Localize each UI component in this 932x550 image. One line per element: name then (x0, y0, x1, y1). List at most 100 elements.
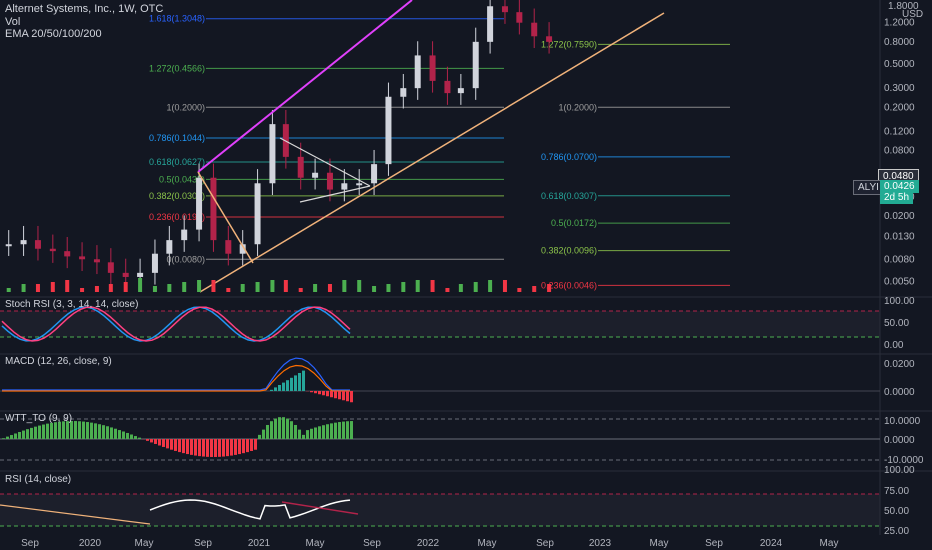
indicators-layer (0, 306, 880, 527)
time-tick-label: Sep (363, 538, 381, 549)
price-tick-label: 0.0080 (884, 254, 915, 265)
wtt-bar (158, 439, 161, 446)
wtt-bar (150, 439, 153, 443)
candle-body (93, 259, 100, 263)
candle-body (210, 177, 217, 241)
price-tick-label: 0.0050 (884, 276, 915, 287)
price-tick-label: 0.2000 (884, 102, 915, 113)
wtt-bar (154, 439, 157, 444)
countdown-badge: 2d 5h (880, 191, 914, 204)
macd-histogram-bar (274, 387, 277, 391)
upper-channel-line[interactable] (197, 0, 413, 173)
wtt-bar (238, 439, 241, 455)
wtt-bar (46, 423, 49, 439)
time-tick-label: May (306, 538, 325, 549)
rsi-label: RSI (14, close) (5, 474, 72, 485)
wtt-bar (138, 437, 141, 439)
wtt-bar (50, 422, 53, 439)
wtt-bar (222, 439, 225, 457)
indicator-tick-label: 50.00 (884, 506, 909, 517)
wtt-bar (14, 433, 17, 439)
wtt-bar (30, 427, 33, 439)
macd-histogram-bar (294, 375, 297, 391)
volume-bar (298, 288, 303, 292)
candle-body (341, 183, 348, 190)
volume-bar (547, 284, 552, 292)
wtt-bar (310, 428, 313, 439)
fibonacci-layer: 1.618(1.3048) 1.272(0.4566) 1(0.2000) 0.786… (149, 14, 730, 290)
wtt-bar (82, 421, 85, 439)
wtt-bar (282, 417, 285, 439)
time-tick-label: 2023 (589, 538, 612, 549)
wtt-bar (166, 439, 169, 449)
candle-body (400, 88, 407, 97)
wtt-bar (122, 431, 125, 439)
volume-bar (283, 280, 288, 292)
wtt-bar (58, 421, 61, 439)
price-tick-label: 0.3000 (884, 83, 915, 94)
time-tick-label: 2021 (248, 538, 271, 549)
volume-bar (517, 288, 522, 292)
volume-bar (488, 280, 493, 292)
wtt-bar (262, 429, 265, 439)
wtt-bar (246, 439, 249, 453)
candle-body (516, 12, 523, 23)
volume-bar (270, 280, 275, 292)
price-axis[interactable]: 1.20000.80000.50000.30000.20000.12000.08… (884, 18, 924, 537)
candle-body (356, 183, 363, 186)
macd-histogram-bar (330, 391, 333, 398)
time-axis[interactable]: Sep 2020 May Sep 2021 May Sep 2022 May Sep 2023 May… (21, 538, 838, 549)
fib-level-label: 1(0.2000) (558, 102, 597, 112)
time-tick-label: May (135, 538, 154, 549)
wtt-bar (350, 421, 353, 439)
volume-bar (152, 286, 157, 292)
wtt-bar (226, 439, 229, 457)
volume-bar (415, 280, 420, 292)
volume-bar (226, 288, 231, 292)
volume-bar (108, 284, 113, 292)
volume-bar (138, 278, 143, 292)
wtt-bar (302, 434, 305, 439)
candle-body (181, 229, 188, 241)
volume-bar (21, 284, 26, 292)
volume-bar (430, 280, 435, 292)
macd-histogram-bar (322, 391, 325, 396)
wtt-bar (298, 429, 301, 439)
wtt-bar (182, 439, 185, 454)
indicator-tick-label: 0.0000 (884, 387, 915, 398)
candle-body (64, 251, 71, 257)
indicator-tick-label: 0.0000 (884, 435, 915, 446)
volume-label: Vol (5, 16, 21, 28)
candle-body (429, 55, 436, 81)
wtt-bar (294, 424, 297, 439)
macd-histogram-bar (290, 377, 293, 391)
wtt-bar (206, 439, 209, 457)
volume-bar (35, 284, 40, 292)
candle-body (254, 183, 261, 245)
wtt-bar (334, 422, 337, 439)
candle-body (196, 177, 203, 230)
wtt-bar (178, 439, 181, 453)
wtt-bar (90, 422, 93, 439)
candle-body (546, 36, 553, 42)
wtt-bar (118, 430, 121, 439)
chart-canvas[interactable]: 1.618(1.3048) 1.272(0.4566) 1(0.2000) 0.786… (0, 0, 932, 550)
candle-body (225, 240, 232, 254)
wtt-bar (42, 424, 45, 439)
wtt-bar (258, 434, 261, 439)
wtt-bar (18, 431, 21, 439)
price-tick-label: 0.8000 (884, 37, 915, 48)
wtt-bar (38, 425, 41, 439)
time-tick-label: 2024 (760, 538, 783, 549)
fib-level-label: 0.5(0.0172) (551, 218, 597, 228)
wtt-bar (210, 439, 213, 457)
time-tick-label: 2020 (79, 538, 102, 549)
indicator-tick-label: 0.0200 (884, 359, 915, 370)
fib-level-label: 0.618(0.0627) (149, 157, 205, 167)
fib-level-label: 0.786(0.1044) (149, 133, 205, 143)
time-tick-label: Sep (21, 538, 39, 549)
price-tick-label: 0.0800 (884, 146, 915, 157)
price-tick-label: 0.0200 (884, 211, 915, 222)
fib-level-label: 1.272(0.4566) (149, 63, 205, 73)
indicator-tick-label: 75.00 (884, 486, 909, 497)
